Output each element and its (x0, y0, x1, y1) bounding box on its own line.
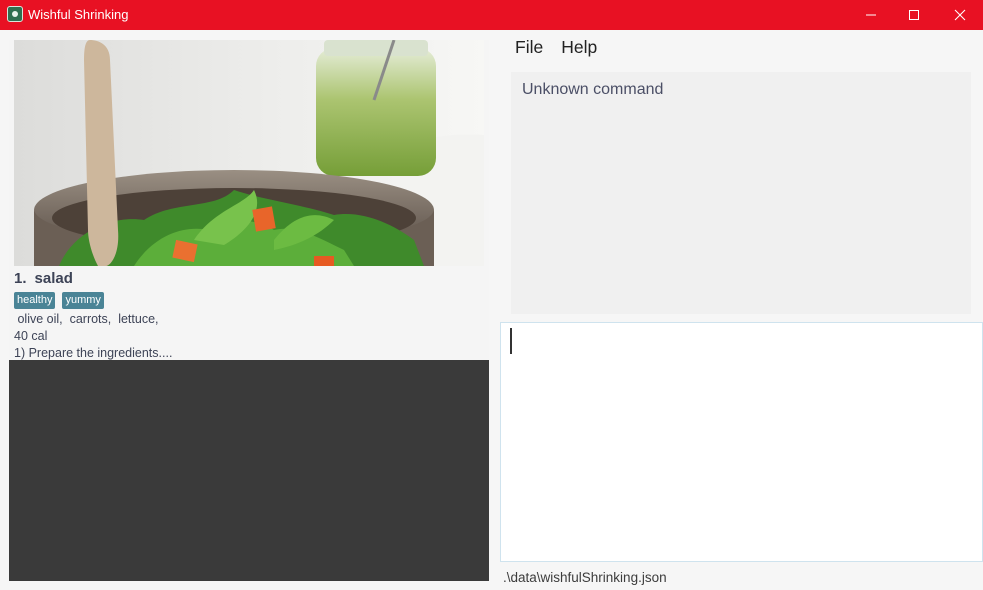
recipe-calories: 40 cal (14, 329, 48, 343)
minimize-button[interactable] (848, 0, 894, 30)
title-bar: Wishful Shrinking (0, 0, 983, 30)
recipe-instructions: 1) Prepare the ingredients.... (14, 346, 173, 360)
maximize-button[interactable] (891, 0, 937, 30)
recipe-ingredients: olive oil, carrots, lettuce, (14, 312, 159, 326)
recipe-tags: healthy yummy (14, 292, 104, 309)
close-icon (954, 9, 966, 21)
result-display: Unknown command (511, 72, 971, 314)
salad-bowl-photo (14, 40, 484, 266)
recipe-list-panel[interactable]: 1. salad healthy yummy olive oil, carrots… (9, 40, 489, 581)
recipe-index: 1. (14, 270, 27, 287)
tag-healthy: healthy (14, 292, 56, 309)
close-button[interactable] (937, 0, 983, 30)
window-title: Wishful Shrinking (28, 7, 129, 22)
status-bar-save-location: .\data\wishfulShrinking.json (503, 570, 667, 585)
result-message: Unknown command (522, 81, 664, 98)
menu-bar: File Help (500, 32, 606, 62)
tag-yummy: yummy (62, 292, 104, 309)
maximize-icon (909, 10, 919, 20)
recipe-name: 1. salad (14, 270, 73, 288)
app-icon (7, 6, 23, 22)
recipe-card[interactable]: 1. salad healthy yummy olive oil, carrots… (9, 40, 489, 360)
menu-help[interactable]: Help (552, 32, 606, 62)
minimize-icon (866, 14, 876, 16)
text-caret (510, 328, 512, 354)
command-input[interactable] (500, 322, 983, 562)
recipe-image (14, 40, 484, 266)
menu-file[interactable]: File (500, 32, 552, 62)
recipe-name-text: salad (34, 270, 73, 287)
